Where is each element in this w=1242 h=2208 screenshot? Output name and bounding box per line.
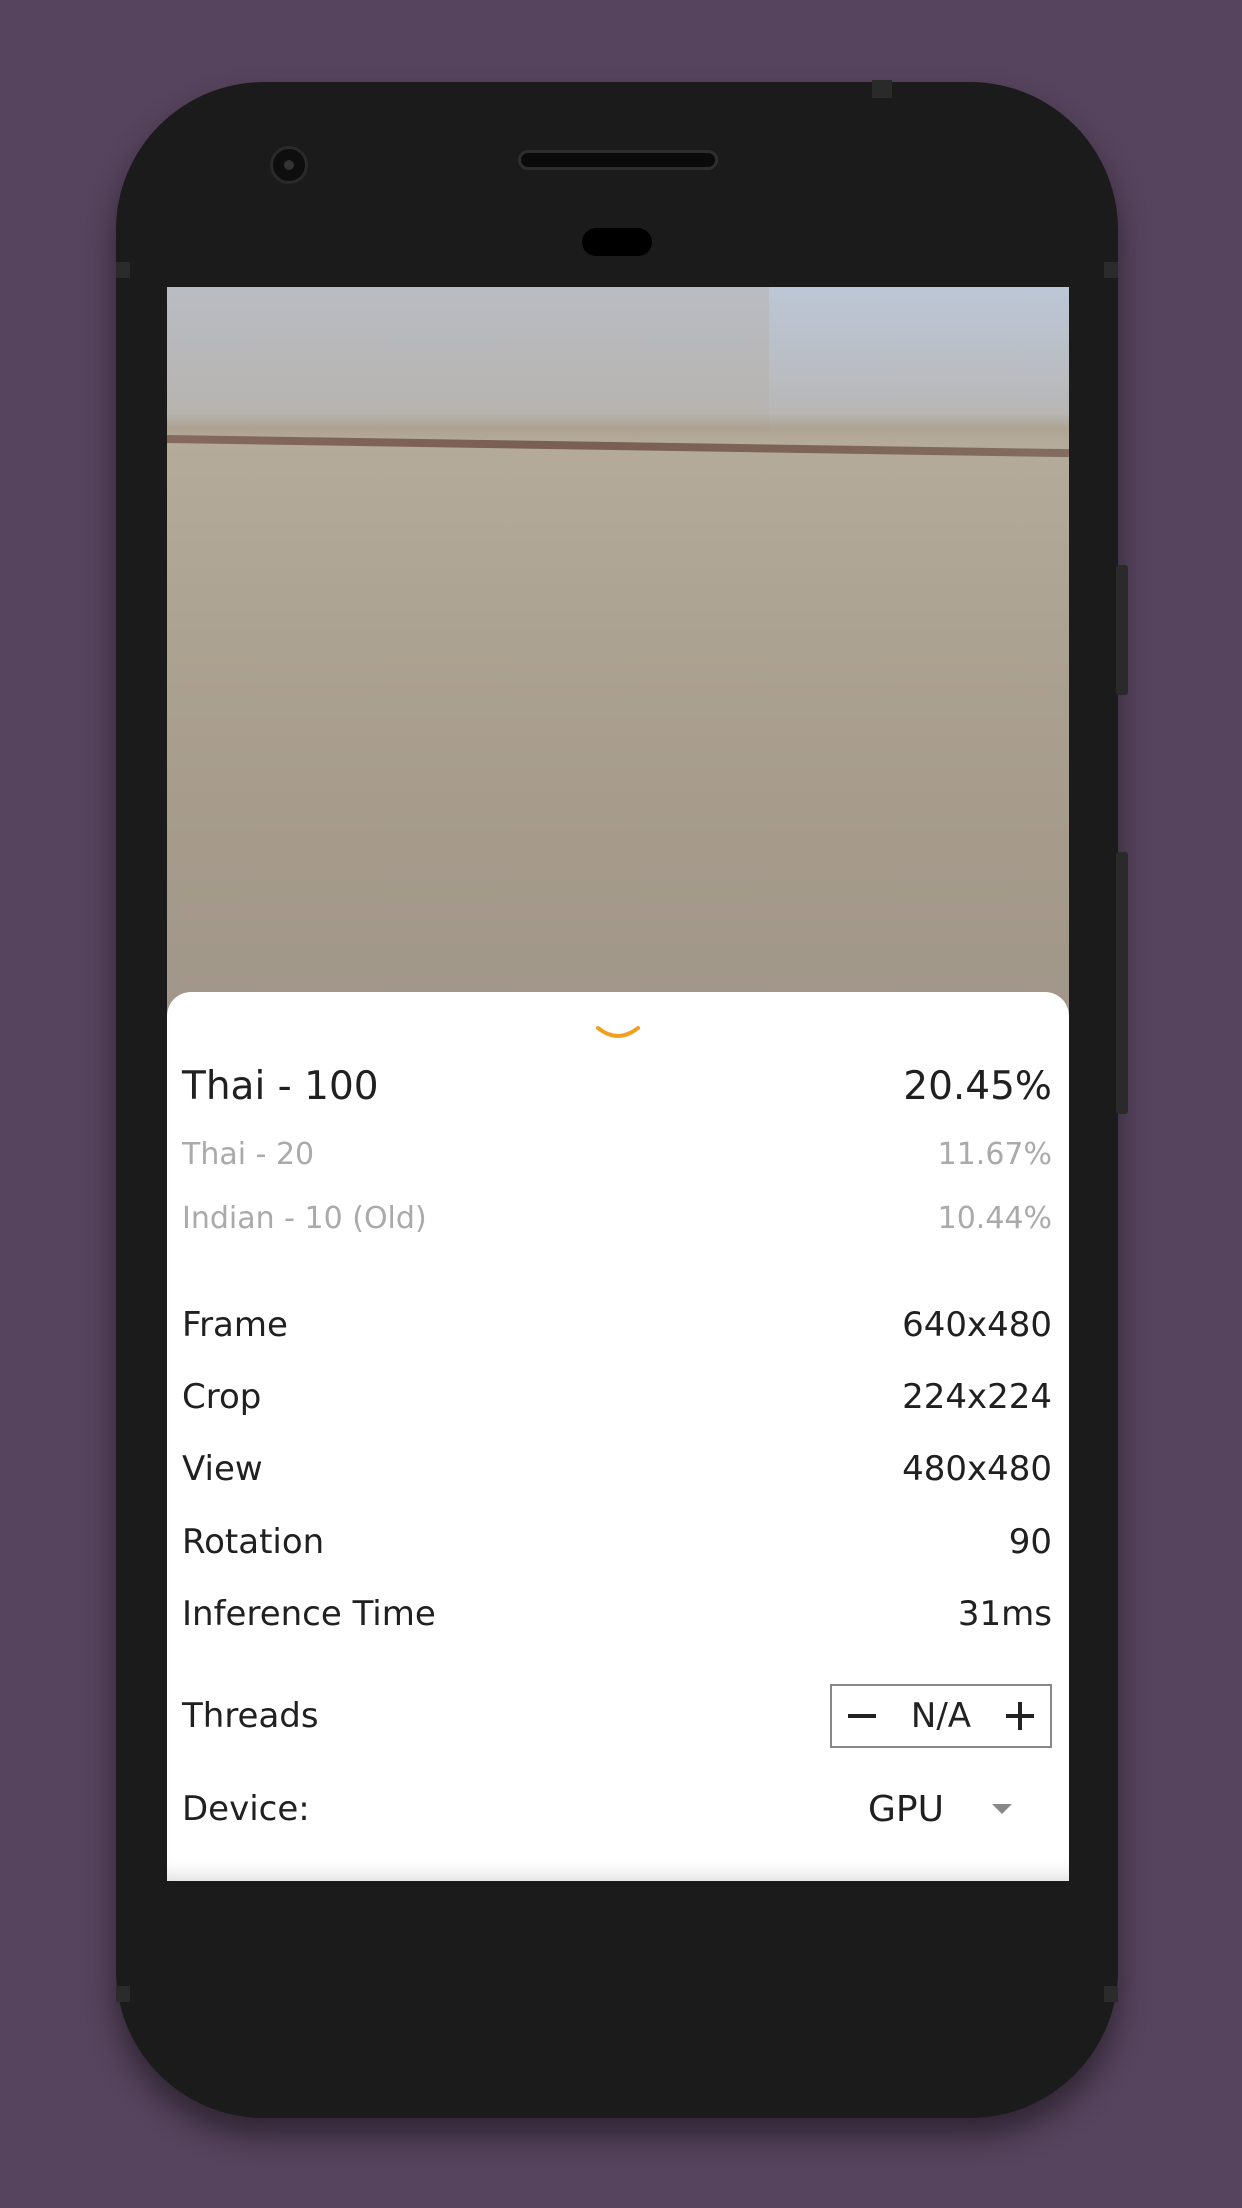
result-score: 10.44% <box>937 1200 1052 1236</box>
phone-antenna-band <box>116 1986 130 2002</box>
plus-icon[interactable] <box>1000 1696 1040 1736</box>
phone-antenna-band <box>116 262 130 278</box>
top-result-row: Thai - 100 20.45% <box>182 1058 1052 1114</box>
inference-time-row: Inference Time 31ms <box>182 1589 1052 1639</box>
crop-label: Crop <box>182 1377 262 1417</box>
rotation-value: 90 <box>1008 1522 1052 1562</box>
proximity-sensor <box>582 228 652 256</box>
chevron-down-icon[interactable] <box>594 1022 642 1046</box>
camera-preview-edge <box>167 435 1069 458</box>
crop-value: 224x224 <box>902 1377 1052 1417</box>
top-result-score: 20.45% <box>903 1063 1052 1109</box>
dropdown-arrow-icon <box>992 1804 1012 1814</box>
result-score: 11.67% <box>937 1136 1052 1172</box>
rotation-row: Rotation 90 <box>182 1517 1052 1567</box>
result-row: Indian - 10 (Old) 10.44% <box>182 1196 1052 1240</box>
bottom-sheet[interactable]: Thai - 100 20.45% Thai - 20 11.67% India… <box>167 992 1069 1881</box>
phone-top-button <box>872 80 892 98</box>
frame-value: 640x480 <box>902 1305 1052 1345</box>
front-camera <box>270 146 308 184</box>
result-label: Indian - 10 (Old) <box>182 1200 427 1236</box>
rotation-label: Rotation <box>182 1522 325 1562</box>
phone-power-button <box>1116 852 1128 1114</box>
phone-screen: Thai - 100 20.45% Thai - 20 11.67% India… <box>167 287 1069 1881</box>
frame-row: Frame 640x480 <box>182 1300 1052 1350</box>
threads-value: N/A <box>910 1696 972 1736</box>
threads-stepper: N/A <box>830 1684 1052 1748</box>
result-label: Thai - 20 <box>182 1136 315 1172</box>
phone-volume-button <box>1116 565 1128 695</box>
minus-icon[interactable] <box>842 1696 882 1736</box>
earpiece-speaker <box>518 150 718 170</box>
camera-preview-highlight <box>769 287 1069 437</box>
frame-label: Frame <box>182 1305 288 1345</box>
camera-preview <box>167 287 1069 1027</box>
device-dropdown[interactable]: GPU <box>812 1789 1052 1830</box>
view-label: View <box>182 1449 263 1489</box>
phone-antenna-band <box>1104 262 1118 278</box>
device-row: Device: GPU <box>182 1779 1052 1839</box>
result-row: Thai - 20 11.67% <box>182 1132 1052 1176</box>
phone-antenna-band <box>1104 1986 1118 2002</box>
crop-row: Crop 224x224 <box>182 1372 1052 1422</box>
device-label: Device: <box>182 1789 310 1829</box>
threads-row: Threads N/A <box>182 1682 1052 1750</box>
top-result-label: Thai - 100 <box>182 1063 379 1109</box>
inference-time-label: Inference Time <box>182 1594 436 1634</box>
view-row: View 480x480 <box>182 1444 1052 1494</box>
device-selected: GPU <box>868 1788 944 1830</box>
inference-time-value: 31ms <box>957 1594 1052 1634</box>
threads-label: Threads <box>182 1696 319 1736</box>
view-value: 480x480 <box>902 1449 1052 1489</box>
